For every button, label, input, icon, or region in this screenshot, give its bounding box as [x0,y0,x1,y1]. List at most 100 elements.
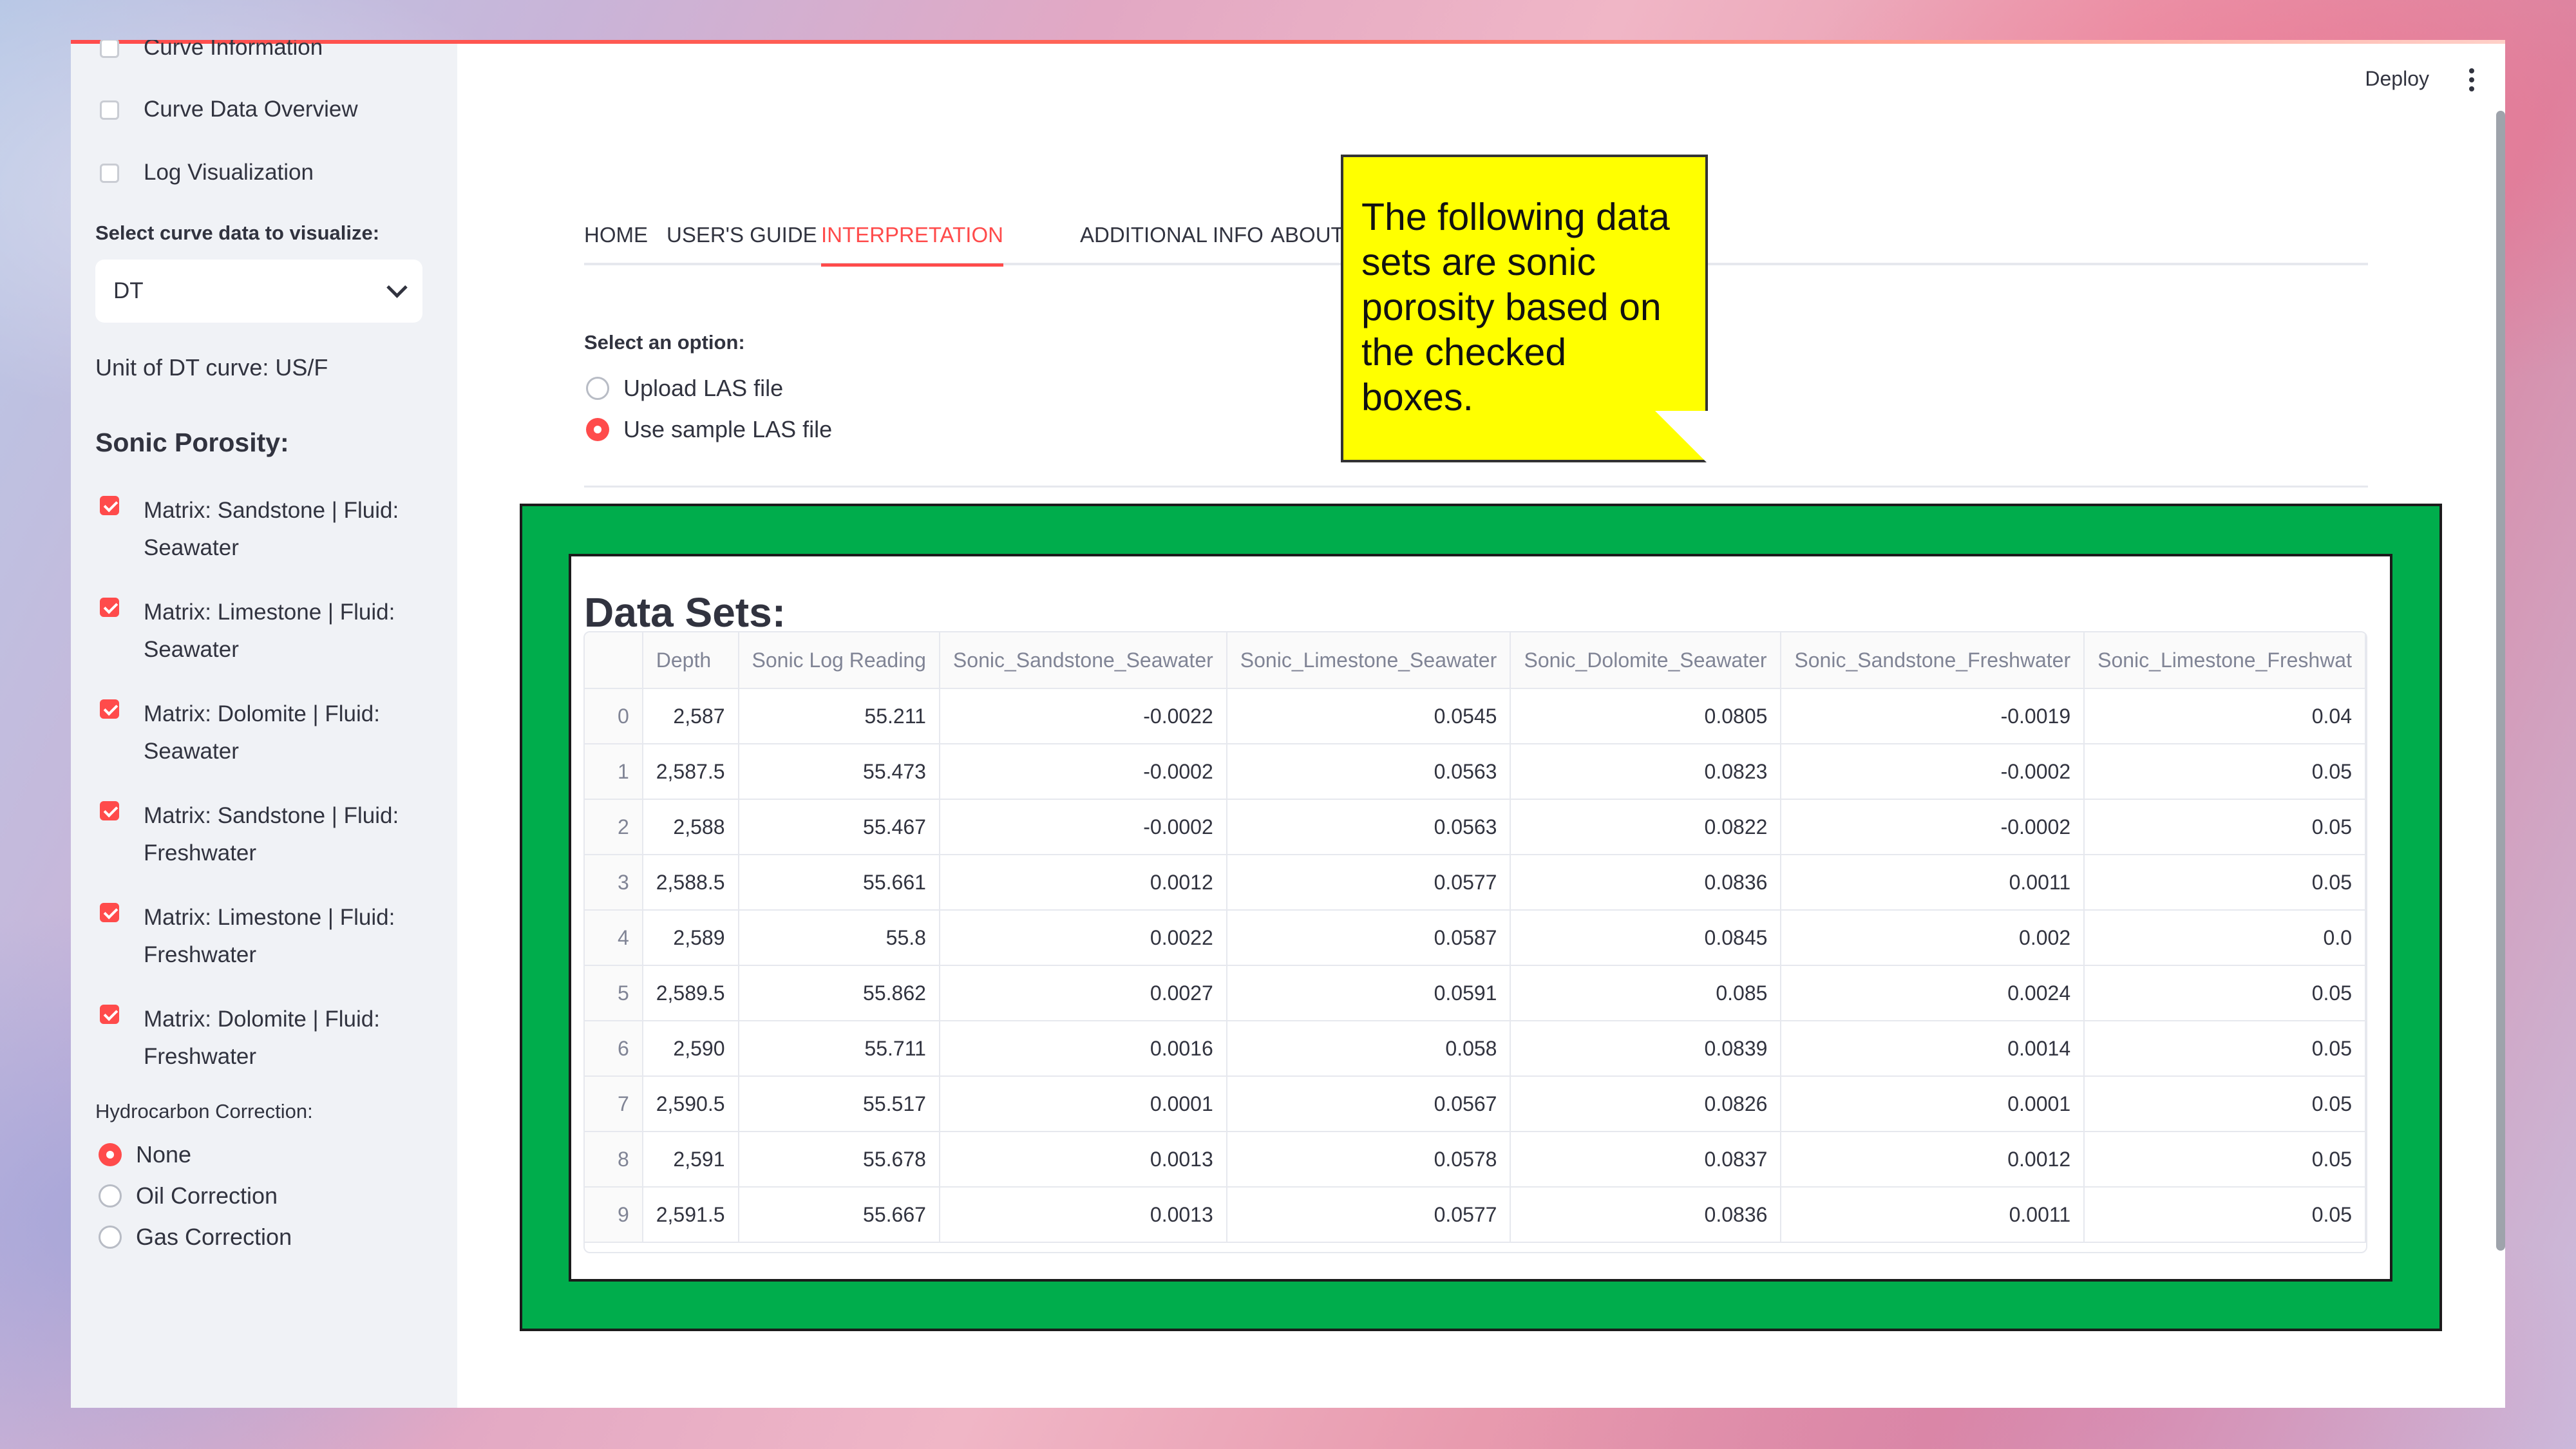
curve-select[interactable]: DT [95,260,422,323]
table-cell[interactable]: 55.473 [738,744,940,800]
curve-data-overview-checkbox[interactable]: Curve Data Overview [100,97,421,122]
porosity-option-limestone-seawater[interactable]: Matrix: Limestone | Fluid: Seawater [100,594,421,668]
row-index[interactable]: 6 [585,1021,643,1077]
table-cell[interactable]: 0.0839 [1510,1021,1782,1077]
table-cell[interactable]: 2,588 [642,799,739,855]
hc-option-none[interactable]: None [99,1141,191,1168]
table-cell[interactable]: 0.0027 [939,965,1227,1021]
radio-button[interactable] [99,1226,122,1249]
table-cell[interactable]: 0.0822 [1510,799,1782,855]
table-cell[interactable]: 0.0014 [1781,1021,2085,1077]
table-cell[interactable]: 0.05 [2084,799,2366,855]
table-cell[interactable]: 0.058 [1226,1021,1511,1077]
sample-las-option[interactable]: Use sample LAS file [586,416,832,443]
table-cell[interactable]: 55.467 [738,799,940,855]
table-cell[interactable]: -0.0002 [939,744,1227,800]
table-cell[interactable]: 2,587 [642,688,739,744]
hc-option-gas[interactable]: Gas Correction [99,1224,292,1251]
table-cell[interactable]: 0.0836 [1510,1187,1782,1243]
row-index[interactable]: 1 [585,744,643,800]
table-cell[interactable]: 55.667 [738,1187,940,1243]
data-table[interactable]: Depth Sonic Log Reading Sonic_Sandstone_… [583,631,2367,1253]
scrollbar[interactable] [2496,111,2505,1251]
table-cell[interactable]: 0.0836 [1510,855,1782,911]
row-index[interactable]: 4 [585,910,643,966]
tab-interpretation[interactable]: INTERPRETATION [821,223,1003,267]
table-cell[interactable]: 55.711 [738,1021,940,1077]
table-cell[interactable]: 0.002 [1781,910,2085,966]
table-cell[interactable]: 0.0012 [1781,1132,2085,1188]
column-header[interactable]: Sonic Log Reading [738,632,940,689]
row-index[interactable]: 8 [585,1132,643,1188]
table-cell[interactable]: 0.05 [2084,855,2366,911]
table-cell[interactable]: 0.04 [2084,688,2366,744]
table-cell[interactable]: 0.0012 [939,855,1227,911]
table-cell[interactable]: 0.0805 [1510,688,1782,744]
table-cell[interactable]: 0.0024 [1781,965,2085,1021]
table-cell[interactable]: 0.0826 [1510,1076,1782,1132]
table-cell[interactable]: 55.678 [738,1132,940,1188]
column-header[interactable]: Sonic_Limestone_Freshwat [2084,632,2366,689]
porosity-option-sandstone-freshwater[interactable]: Matrix: Sandstone | Fluid: Freshwater [100,797,421,872]
table-cell[interactable]: 55.8 [738,910,940,966]
table-cell[interactable]: -0.0002 [1781,799,2085,855]
table-cell[interactable]: 0.0563 [1226,744,1511,800]
column-header[interactable]: Sonic_Sandstone_Freshwater [1781,632,2085,689]
porosity-option-limestone-freshwater[interactable]: Matrix: Limestone | Fluid: Freshwater [100,899,421,974]
more-options-icon[interactable] [2469,68,2474,95]
radio-button[interactable] [99,1143,122,1166]
checkbox-box[interactable] [100,1005,119,1024]
table-cell[interactable]: 0.05 [2084,1132,2366,1188]
table-cell[interactable]: 2,589.5 [642,965,739,1021]
table-cell[interactable]: 0.0545 [1226,688,1511,744]
table-cell[interactable]: 0.0016 [939,1021,1227,1077]
checkbox-box[interactable] [100,40,119,58]
column-header[interactable] [585,632,643,689]
radio-button[interactable] [586,377,609,400]
table-cell[interactable]: 2,590 [642,1021,739,1077]
table-cell[interactable]: 0.0011 [1781,1187,2085,1243]
table-cell[interactable]: 0.0845 [1510,910,1782,966]
hc-option-oil[interactable]: Oil Correction [99,1182,278,1209]
porosity-option-sandstone-seawater[interactable]: Matrix: Sandstone | Fluid: Seawater [100,492,421,567]
checkbox-box[interactable] [100,801,119,820]
porosity-option-dolomite-seawater[interactable]: Matrix: Dolomite | Fluid: Seawater [100,696,421,770]
checkbox-box[interactable] [100,164,119,183]
table-cell[interactable]: 0.0567 [1226,1076,1511,1132]
table-cell[interactable]: 0.0001 [1781,1076,2085,1132]
upload-las-option[interactable]: Upload LAS file [586,375,783,402]
table-cell[interactable]: 0.05 [2084,1021,2366,1077]
table-cell[interactable]: 0.0577 [1226,1187,1511,1243]
porosity-option-dolomite-freshwater[interactable]: Matrix: Dolomite | Fluid: Freshwater [100,1001,421,1075]
row-index[interactable]: 7 [585,1076,643,1132]
table-cell[interactable]: 0.0013 [939,1187,1227,1243]
table-cell[interactable]: 0.085 [1510,965,1782,1021]
table-cell[interactable]: 2,587.5 [642,744,739,800]
table-cell[interactable]: 0.0578 [1226,1132,1511,1188]
table-cell[interactable]: 0.0577 [1226,855,1511,911]
table-cell[interactable]: 0.0591 [1226,965,1511,1021]
table-cell[interactable]: -0.0022 [939,688,1227,744]
tab-users-guide[interactable]: USER'S GUIDE [667,223,817,247]
table-cell[interactable]: -0.0002 [1781,744,2085,800]
table-cell[interactable]: 55.517 [738,1076,940,1132]
table-cell[interactable]: 0.0837 [1510,1132,1782,1188]
table-cell[interactable]: 0.05 [2084,965,2366,1021]
column-header[interactable]: Sonic_Dolomite_Seawater [1510,632,1782,689]
column-header[interactable]: Sonic_Sandstone_Seawater [939,632,1227,689]
table-cell[interactable]: 0.0 [2084,910,2366,966]
radio-button[interactable] [586,418,609,441]
table-cell[interactable]: 2,590.5 [642,1076,739,1132]
checkbox-box[interactable] [100,100,119,120]
curve-information-checkbox[interactable]: Curve Information [100,40,421,61]
checkbox-box[interactable] [100,496,119,515]
table-cell[interactable]: -0.0019 [1781,688,2085,744]
tab-additional-info[interactable]: ADDITIONAL INFO [1080,223,1264,247]
table-cell[interactable]: 2,589 [642,910,739,966]
column-header[interactable]: Sonic_Limestone_Seawater [1226,632,1511,689]
table-cell[interactable]: 2,588.5 [642,855,739,911]
table-cell[interactable]: 0.0563 [1226,799,1511,855]
radio-button[interactable] [99,1184,122,1208]
checkbox-box[interactable] [100,699,119,719]
table-cell[interactable]: 2,591 [642,1132,739,1188]
